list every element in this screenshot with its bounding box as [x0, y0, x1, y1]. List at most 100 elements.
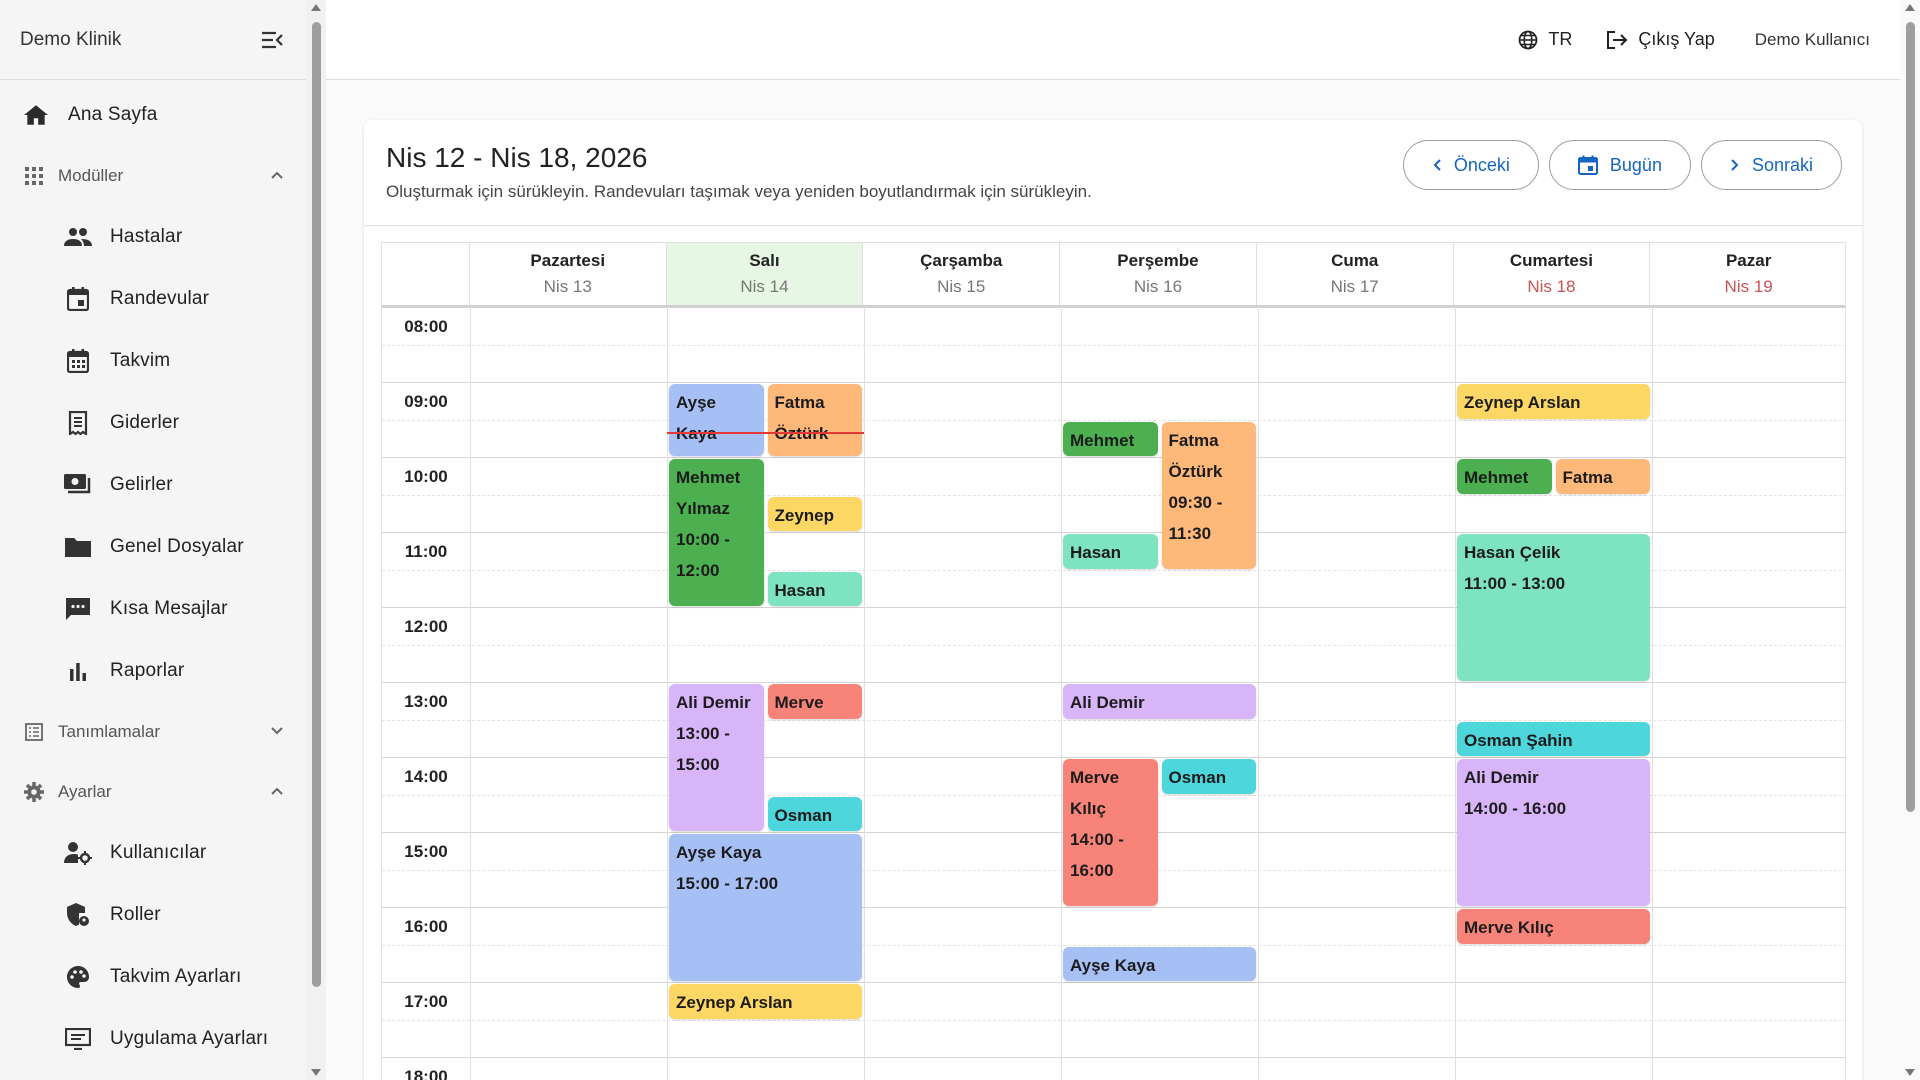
- sidebar-scrollbar[interactable]: [306, 0, 326, 1080]
- day-header[interactable]: Çarşamba Nis 15: [863, 243, 1061, 305]
- sidebar-item-label: Takvim: [110, 350, 171, 371]
- sidebar-item-label: Gelirler: [110, 474, 173, 495]
- sidebar-group-label: Modüller: [58, 166, 124, 185]
- appointment-event[interactable]: Fatma: [1555, 459, 1650, 494]
- appointment-event[interactable]: Mehmet: [1457, 459, 1552, 494]
- appointment-event[interactable]: Osman: [767, 796, 862, 831]
- hour-row[interactable]: 18:00: [382, 1057, 1845, 1080]
- appointment-event[interactable]: Zeynep Arslan: [1457, 384, 1650, 419]
- appointment-event[interactable]: Osman: [1161, 759, 1256, 794]
- appointment-event[interactable]: Zeynep Arslan: [669, 984, 862, 1019]
- day-header[interactable]: Cumartesi Nis 18: [1454, 243, 1651, 305]
- appointment-event[interactable]: Merve Kılıç: [1457, 909, 1650, 944]
- half-hour-row[interactable]: [382, 1019, 1845, 1058]
- event-patient-name: Mehmet: [1464, 468, 1529, 487]
- half-hour-row[interactable]: [382, 344, 1845, 383]
- sidebar-group-settings[interactable]: Ayarlar: [0, 762, 306, 822]
- appointment-event[interactable]: Hasan: [1063, 534, 1158, 569]
- sidebar-item-label: Kısa Mesajlar: [110, 598, 228, 619]
- day-header[interactable]: Pazartesi Nis 13: [470, 243, 667, 305]
- next-week-button[interactable]: Sonraki: [1700, 140, 1842, 190]
- day-header[interactable]: Cuma Nis 17: [1257, 243, 1454, 305]
- payments-icon: [64, 471, 92, 499]
- folder-icon: [64, 533, 92, 561]
- appointment-event[interactable]: Fatma Öztürk 09:30 - 11:30: [1161, 421, 1256, 569]
- appointment-event[interactable]: Hasan Çelik 11:00 - 13:00: [1457, 534, 1650, 681]
- sidebar-group-modules[interactable]: Modüller: [0, 146, 306, 206]
- day-column-divider: [1652, 307, 1653, 1080]
- event-patient-name: Fatma: [1562, 468, 1613, 487]
- appointment-event[interactable]: Mehmet: [1063, 421, 1158, 456]
- current-user-name[interactable]: Demo Kullanıcı: [1755, 30, 1870, 50]
- appointment-event[interactable]: Merve Kılıç 14:00 - 16:00: [1063, 759, 1158, 906]
- logout-button[interactable]: Çıkış Yap: [1606, 29, 1715, 50]
- sidebar: Demo Klinik Ana Sayfa Modüller Hastalar …: [0, 0, 306, 1080]
- sidebar-item-expenses[interactable]: Giderler: [0, 392, 306, 454]
- appointment-event[interactable]: Mehmet Yılmaz 10:00 - 12:00: [669, 459, 764, 606]
- event-patient-name: Osman: [1168, 768, 1227, 787]
- date-range-title: Nis 12 - Nis 18, 2026: [386, 142, 648, 173]
- event-time-text: 09:00 - 10:00: [775, 449, 856, 456]
- home-icon: [22, 101, 50, 129]
- scroll-up-arrow-icon[interactable]: [311, 4, 321, 11]
- appointment-event[interactable]: Ayşe Kaya 15:00 - 17:00: [669, 834, 862, 981]
- sidebar-item-sms[interactable]: Kısa Mesajlar: [0, 578, 306, 640]
- appointment-event[interactable]: Ali Demir 13:00 - 15:00: [669, 684, 764, 831]
- scrollbar-thumb[interactable]: [1906, 22, 1915, 812]
- time-grid[interactable]: 08:00 09:00 10:00 11:00 12:00 13:00 14:00 15:00…: [382, 307, 1845, 1080]
- menu-collapse-icon[interactable]: [258, 26, 286, 54]
- scroll-down-arrow-icon[interactable]: [311, 1069, 321, 1076]
- event-time-text: 09:30 -: [1168, 492, 1223, 512]
- sidebar-header: Demo Klinik: [0, 0, 306, 80]
- scroll-down-arrow-icon[interactable]: [1905, 1069, 1915, 1076]
- globe-icon: [1518, 30, 1538, 49]
- appointment-event[interactable]: Ayşe Kaya: [1063, 946, 1256, 981]
- sidebar-group-definitions[interactable]: Tanımlamalar: [0, 702, 306, 762]
- sidebar-item-reports[interactable]: Raporlar: [0, 640, 306, 702]
- appointment-event[interactable]: FatmaÖztürk09:00 - 10:00: [767, 384, 862, 456]
- sidebar-item-home[interactable]: Ana Sayfa: [0, 84, 306, 146]
- hour-row[interactable]: 17:00: [382, 982, 1845, 1020]
- half-hour-row[interactable]: [382, 494, 1845, 533]
- event-patient-name: Hasan: [774, 580, 826, 600]
- event-patient-name: Merve: [1070, 768, 1120, 787]
- event-patient-name: Osman Şahin: [1464, 730, 1573, 750]
- sidebar-item-appointments[interactable]: Randevular: [0, 268, 306, 330]
- scroll-up-arrow-icon[interactable]: [1905, 4, 1915, 11]
- sidebar-item-roles[interactable]: Roller: [0, 884, 306, 946]
- appointment-event[interactable]: Hasan: [767, 571, 862, 606]
- sidebar-item-calendar[interactable]: Takvim: [0, 330, 306, 392]
- event-time-text: 15:00 - 17:00: [676, 874, 779, 893]
- sidebar-item-patients[interactable]: Hastalar: [0, 206, 306, 268]
- day-header[interactable]: Perşembe Nis 16: [1060, 243, 1257, 305]
- day-header[interactable]: Pazar Nis 19: [1650, 243, 1845, 305]
- event-time-text: 13:00 -: [676, 724, 730, 743]
- day-header[interactable]: Salı Nis 14: [666, 243, 864, 305]
- scrollbar-thumb[interactable]: [312, 22, 321, 987]
- hour-label: 14:00: [404, 767, 448, 786]
- sidebar-item-calendar-settings[interactable]: Takvim Ayarları: [0, 946, 306, 1008]
- hour-row[interactable]: 08:00: [382, 307, 1845, 345]
- appointment-event[interactable]: Ayşe Kaya 09:00 - 10:00: [669, 384, 764, 456]
- sidebar-item-files[interactable]: Genel Dosyalar: [0, 516, 306, 578]
- event-time-text: 16:00: [1070, 861, 1114, 880]
- appointment-event[interactable]: Ali Demir 14:00 - 16:00: [1457, 759, 1650, 906]
- language-selector[interactable]: TR: [1518, 29, 1572, 50]
- appointment-event[interactable]: Zeynep: [767, 496, 862, 531]
- event-patient-name: Hasan Çelik: [1464, 543, 1561, 562]
- previous-label: Önceki: [1453, 154, 1510, 175]
- today-button[interactable]: Bugün: [1548, 140, 1691, 190]
- main-scrollbar[interactable]: [1900, 0, 1920, 1080]
- event-patient-name: Ayşe Kaya: [1070, 955, 1156, 975]
- appointment-event[interactable]: Merve: [767, 684, 862, 719]
- admin-shield-icon: [64, 901, 92, 929]
- sidebar-item-app-settings[interactable]: Uygulama Ayarları: [0, 1008, 306, 1070]
- sidebar-item-incomes[interactable]: Gelirler: [0, 454, 306, 516]
- sidebar-item-users[interactable]: Kullanıcılar: [0, 822, 306, 884]
- appointment-event[interactable]: Ali Demir: [1063, 684, 1256, 719]
- previous-week-button[interactable]: Önceki: [1402, 140, 1539, 190]
- appointment-event[interactable]: Osman Şahin: [1457, 721, 1650, 756]
- event-patient-name: Zeynep Arslan: [1464, 393, 1581, 412]
- sidebar-item-label: Roller: [110, 904, 161, 925]
- event-time-text: 11:30: [1168, 523, 1212, 543]
